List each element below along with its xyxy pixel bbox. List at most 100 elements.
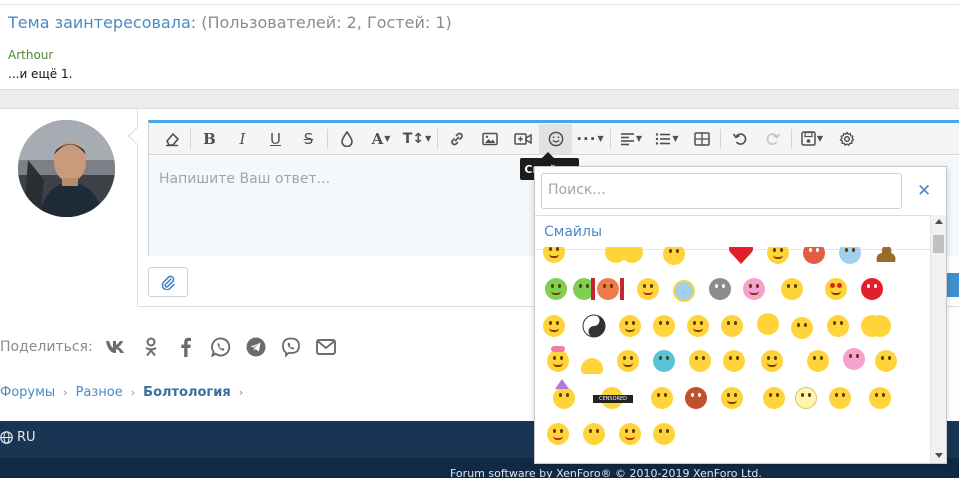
smilie-icon[interactable] [707,276,733,302]
smilie-icon[interactable] [591,276,625,302]
smilie-icon[interactable] [545,346,571,374]
chevron-right-icon: › [130,386,136,399]
smilie-icon[interactable] [873,247,899,266]
smilie-icon[interactable] [789,315,815,341]
options-button[interactable] [830,124,863,154]
scroll-thumb[interactable] [933,235,944,253]
heart-icon[interactable] [727,247,754,265]
smilie-icon[interactable] [651,421,677,447]
smilie-icon[interactable] [719,313,745,339]
caret-down-icon: ▼ [816,134,824,143]
smilie-icon[interactable] [741,276,767,302]
smilie-icon[interactable] [543,276,569,302]
smilie-icon[interactable] [823,276,849,302]
strikethrough-button[interactable]: S [292,124,325,154]
breadcrumb-item-forums[interactable]: Форумы [0,385,55,400]
section-divider [0,89,959,109]
yin-yang-icon[interactable] [581,313,607,339]
smilie-icon[interactable] [837,247,863,266]
text-color-button[interactable] [330,124,363,154]
avatar[interactable] [18,120,115,217]
smilie-icon[interactable] [683,385,709,411]
smilie-icon[interactable] [825,313,851,339]
copyright-text[interactable]: Forum software by XenForo® © 2010-2019 X… [450,467,762,478]
smilies-scrollbar[interactable] [930,215,946,463]
undo-button[interactable] [723,124,756,154]
scroll-up-icon[interactable] [935,219,943,224]
censored-smilie[interactable]: CENSORED [593,385,633,411]
smilie-icon[interactable] [859,313,891,339]
email-icon[interactable] [315,336,337,358]
bold-button[interactable]: B [193,124,226,154]
close-icon[interactable]: ✕ [917,181,931,201]
attach-files-button[interactable] [148,267,188,297]
smilie-icon[interactable] [603,247,643,265]
vk-icon[interactable] [105,336,127,358]
smilie-icon[interactable] [685,313,711,339]
list-button[interactable]: ▼ [649,124,685,154]
smilie-icon[interactable] [651,348,677,374]
smilie-icon[interactable] [859,276,885,302]
underline-button[interactable]: U [259,124,292,154]
smilie-icon[interactable] [687,348,713,374]
link-icon [450,132,463,145]
toolbar-separator [610,128,611,149]
smilie-icon[interactable] [765,247,791,266]
facebook-icon[interactable] [175,336,197,358]
smilie-icon[interactable] [617,313,643,339]
smilie-icon[interactable] [551,379,577,411]
breadcrumb-item-chatter[interactable]: Болтология [143,385,231,400]
smilie-icon[interactable] [649,385,675,411]
smilie-icon[interactable] [793,385,819,411]
smilie-icon[interactable] [755,311,781,337]
interested-user-link[interactable]: Arthour [8,48,53,62]
interested-line: Тема заинтересовала: (Пользователей: 2, … [8,13,452,32]
smilies-button[interactable] [539,123,572,154]
smilie-icon[interactable] [759,348,785,374]
remove-format-button[interactable] [155,124,188,154]
smilie-icon[interactable] [827,385,853,411]
smilie-icon[interactable] [801,247,827,266]
font-size-button[interactable]: T↕ ▼ [399,124,435,154]
language-chooser[interactable]: RU [0,430,36,445]
smilie-icon[interactable] [841,346,867,372]
eraser-icon [165,132,179,146]
smilie-icon[interactable] [581,421,607,447]
smilie-icon[interactable] [541,313,567,339]
smilie-icon[interactable] [761,385,787,411]
scroll-down-icon[interactable] [935,453,943,458]
smilie-icon[interactable] [719,385,745,411]
align-button[interactable]: ▼ [613,124,649,154]
viber-icon[interactable] [280,336,302,358]
interested-link[interactable]: Тема заинтересовала: [8,13,196,32]
insert-media-button[interactable] [506,124,539,154]
smilie-icon[interactable] [671,278,697,304]
smilie-icon[interactable] [541,247,567,265]
insert-image-button[interactable] [473,124,506,154]
smilie-icon[interactable] [867,385,893,411]
smilie-icon[interactable] [579,350,605,376]
odnoklassniki-icon[interactable] [140,336,162,358]
link-button[interactable] [440,124,473,154]
smilie-icon[interactable] [635,276,661,302]
smilie-icon[interactable] [615,348,641,374]
smilie-icon[interactable] [773,276,807,302]
redo-button[interactable] [756,124,789,154]
font-family-button[interactable]: A ▼ [363,124,399,154]
italic-button[interactable]: I [226,124,259,154]
breadcrumb-item-misc[interactable]: Разное [76,385,123,400]
smilie-icon[interactable] [617,421,643,447]
popup-divider [535,215,946,216]
smilies-search-input[interactable]: Поиск... [541,173,902,209]
smilie-icon[interactable] [661,247,687,267]
smilie-icon[interactable] [721,348,747,374]
drafts-button[interactable]: ▼ [794,124,830,154]
table-button[interactable] [685,124,718,154]
more-options-button[interactable]: ··· ▼ [572,124,608,154]
whatsapp-icon[interactable] [210,336,232,358]
smilie-icon[interactable] [873,348,899,374]
smilie-icon[interactable] [545,421,571,447]
smilie-icon[interactable] [651,313,677,339]
telegram-icon[interactable] [245,336,267,358]
smilie-icon[interactable] [805,348,831,374]
